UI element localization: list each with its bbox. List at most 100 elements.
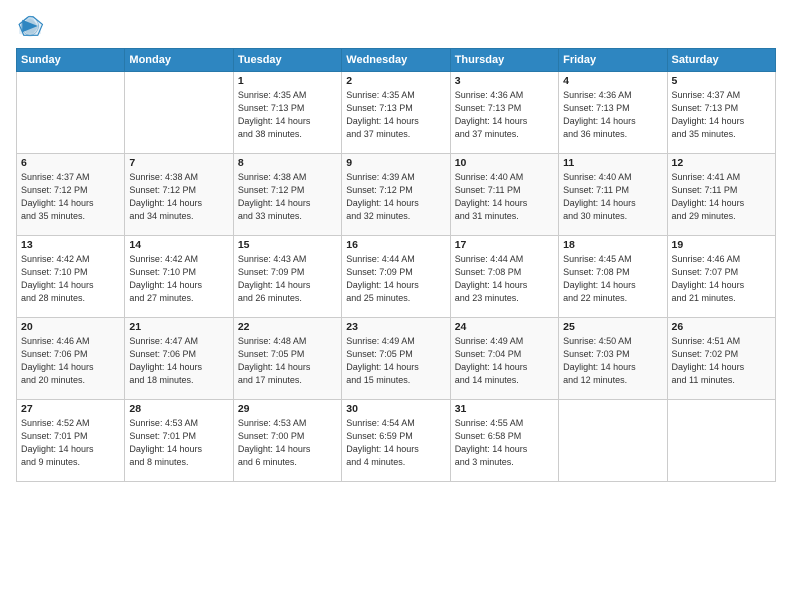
day-info: Sunrise: 4:38 AMSunset: 7:12 PMDaylight:… [238, 171, 337, 223]
day-info: Sunrise: 4:46 AMSunset: 7:06 PMDaylight:… [21, 335, 120, 387]
logo [16, 12, 48, 40]
week-row-2: 6Sunrise: 4:37 AMSunset: 7:12 PMDaylight… [17, 154, 776, 236]
day-number: 1 [238, 75, 337, 87]
calendar-cell: 8 Sunrise: 4:38 AMSunset: 7:12 PMDaylight… [233, 154, 341, 236]
day-info: Sunrise: 4:42 AMSunset: 7:10 PMDaylight:… [129, 253, 228, 305]
day-number: 18 [563, 239, 662, 251]
day-info: Sunrise: 4:35 AMSunset: 7:13 PMDaylight:… [238, 89, 337, 141]
day-info: Sunrise: 4:42 AMSunset: 7:10 PMDaylight:… [21, 253, 120, 305]
day-number: 17 [455, 239, 554, 251]
header-thursday: Thursday [450, 49, 558, 72]
day-info: Sunrise: 4:38 AMSunset: 7:12 PMDaylight:… [129, 171, 228, 223]
day-info: Sunrise: 4:36 AMSunset: 7:13 PMDaylight:… [563, 89, 662, 141]
day-info: Sunrise: 4:44 AMSunset: 7:08 PMDaylight:… [455, 253, 554, 305]
calendar-cell [17, 72, 125, 154]
day-info: Sunrise: 4:48 AMSunset: 7:05 PMDaylight:… [238, 335, 337, 387]
day-number: 19 [672, 239, 771, 251]
day-number: 29 [238, 403, 337, 415]
day-info: Sunrise: 4:46 AMSunset: 7:07 PMDaylight:… [672, 253, 771, 305]
day-info: Sunrise: 4:39 AMSunset: 7:12 PMDaylight:… [346, 171, 445, 223]
day-info: Sunrise: 4:52 AMSunset: 7:01 PMDaylight:… [21, 417, 120, 469]
day-number: 11 [563, 157, 662, 169]
calendar-cell: 20 Sunrise: 4:46 AMSunset: 7:06 PMDayligh… [17, 318, 125, 400]
day-info: Sunrise: 4:50 AMSunset: 7:03 PMDaylight:… [563, 335, 662, 387]
day-number: 25 [563, 321, 662, 333]
week-row-4: 20 Sunrise: 4:46 AMSunset: 7:06 PMDayligh… [17, 318, 776, 400]
day-info: Sunrise: 4:45 AMSunset: 7:08 PMDaylight:… [563, 253, 662, 305]
calendar: SundayMondayTuesdayWednesdayThursdayFrid… [16, 48, 776, 482]
week-row-3: 13 Sunrise: 4:42 AMSunset: 7:10 PMDayligh… [17, 236, 776, 318]
logo-icon [16, 12, 44, 40]
day-number: 28 [129, 403, 228, 415]
header-monday: Monday [125, 49, 233, 72]
day-info: Sunrise: 4:37 AMSunset: 7:13 PMDaylight:… [672, 89, 771, 141]
day-info: Sunrise: 4:40 AMSunset: 7:11 PMDaylight:… [563, 171, 662, 223]
calendar-cell: 12 Sunrise: 4:41 AMSunset: 7:11 PMDayligh… [667, 154, 775, 236]
calendar-cell: 19 Sunrise: 4:46 AMSunset: 7:07 PMDayligh… [667, 236, 775, 318]
header [16, 12, 776, 40]
calendar-cell: 1 Sunrise: 4:35 AMSunset: 7:13 PMDaylight… [233, 72, 341, 154]
calendar-cell: 24 Sunrise: 4:49 AMSunset: 7:04 PMDayligh… [450, 318, 558, 400]
calendar-cell [559, 400, 667, 482]
header-tuesday: Tuesday [233, 49, 341, 72]
calendar-cell: 16Sunrise: 4:44 AMSunset: 7:09 PMDayligh… [342, 236, 450, 318]
day-number: 27 [21, 403, 120, 415]
calendar-cell: 22 Sunrise: 4:48 AMSunset: 7:05 PMDayligh… [233, 318, 341, 400]
calendar-cell: 21Sunrise: 4:47 AMSunset: 7:06 PMDayligh… [125, 318, 233, 400]
calendar-cell: 29 Sunrise: 4:53 AMSunset: 7:00 PMDayligh… [233, 400, 341, 482]
calendar-cell: 6Sunrise: 4:37 AMSunset: 7:12 PMDaylight… [17, 154, 125, 236]
day-info: Sunrise: 4:35 AMSunset: 7:13 PMDaylight:… [346, 89, 445, 141]
day-info: Sunrise: 4:37 AMSunset: 7:12 PMDaylight:… [21, 171, 120, 223]
day-number: 22 [238, 321, 337, 333]
calendar-cell: 26Sunrise: 4:51 AMSunset: 7:02 PMDayligh… [667, 318, 775, 400]
calendar-cell: 3 Sunrise: 4:36 AMSunset: 7:13 PMDaylight… [450, 72, 558, 154]
day-number: 14 [129, 239, 228, 251]
day-number: 16 [346, 239, 445, 251]
day-number: 23 [346, 321, 445, 333]
day-number: 24 [455, 321, 554, 333]
day-number: 31 [455, 403, 554, 415]
day-info: Sunrise: 4:36 AMSunset: 7:13 PMDaylight:… [455, 89, 554, 141]
header-saturday: Saturday [667, 49, 775, 72]
calendar-cell: 9 Sunrise: 4:39 AMSunset: 7:12 PMDaylight… [342, 154, 450, 236]
week-row-5: 27 Sunrise: 4:52 AMSunset: 7:01 PMDayligh… [17, 400, 776, 482]
day-number: 9 [346, 157, 445, 169]
day-info: Sunrise: 4:54 AMSunset: 6:59 PMDaylight:… [346, 417, 445, 469]
calendar-cell: 31 Sunrise: 4:55 AMSunset: 6:58 PMDayligh… [450, 400, 558, 482]
day-number: 26 [672, 321, 771, 333]
calendar-cell: 23Sunrise: 4:49 AMSunset: 7:05 PMDayligh… [342, 318, 450, 400]
calendar-cell: 30Sunrise: 4:54 AMSunset: 6:59 PMDayligh… [342, 400, 450, 482]
day-number: 15 [238, 239, 337, 251]
week-row-1: 1 Sunrise: 4:35 AMSunset: 7:13 PMDaylight… [17, 72, 776, 154]
day-number: 8 [238, 157, 337, 169]
calendar-cell: 17 Sunrise: 4:44 AMSunset: 7:08 PMDayligh… [450, 236, 558, 318]
page: SundayMondayTuesdayWednesdayThursdayFrid… [0, 0, 792, 612]
calendar-cell: 28Sunrise: 4:53 AMSunset: 7:01 PMDayligh… [125, 400, 233, 482]
day-info: Sunrise: 4:40 AMSunset: 7:11 PMDaylight:… [455, 171, 554, 223]
calendar-cell: 10Sunrise: 4:40 AMSunset: 7:11 PMDayligh… [450, 154, 558, 236]
calendar-header-row: SundayMondayTuesdayWednesdayThursdayFrid… [17, 49, 776, 72]
day-info: Sunrise: 4:41 AMSunset: 7:11 PMDaylight:… [672, 171, 771, 223]
calendar-cell [125, 72, 233, 154]
day-number: 13 [21, 239, 120, 251]
day-info: Sunrise: 4:43 AMSunset: 7:09 PMDaylight:… [238, 253, 337, 305]
day-info: Sunrise: 4:53 AMSunset: 7:00 PMDaylight:… [238, 417, 337, 469]
calendar-cell: 14 Sunrise: 4:42 AMSunset: 7:10 PMDayligh… [125, 236, 233, 318]
day-number: 2 [346, 75, 445, 87]
calendar-cell: 2 Sunrise: 4:35 AMSunset: 7:13 PMDaylight… [342, 72, 450, 154]
calendar-cell: 18 Sunrise: 4:45 AMSunset: 7:08 PMDayligh… [559, 236, 667, 318]
day-info: Sunrise: 4:49 AMSunset: 7:04 PMDaylight:… [455, 335, 554, 387]
header-sunday: Sunday [17, 49, 125, 72]
header-wednesday: Wednesday [342, 49, 450, 72]
header-friday: Friday [559, 49, 667, 72]
day-info: Sunrise: 4:55 AMSunset: 6:58 PMDaylight:… [455, 417, 554, 469]
calendar-cell: 11 Sunrise: 4:40 AMSunset: 7:11 PMDayligh… [559, 154, 667, 236]
calendar-cell: 5 Sunrise: 4:37 AMSunset: 7:13 PMDaylight… [667, 72, 775, 154]
day-number: 12 [672, 157, 771, 169]
calendar-cell [667, 400, 775, 482]
calendar-cell: 27 Sunrise: 4:52 AMSunset: 7:01 PMDayligh… [17, 400, 125, 482]
calendar-cell: 13 Sunrise: 4:42 AMSunset: 7:10 PMDayligh… [17, 236, 125, 318]
day-number: 20 [21, 321, 120, 333]
day-number: 3 [455, 75, 554, 87]
day-number: 5 [672, 75, 771, 87]
